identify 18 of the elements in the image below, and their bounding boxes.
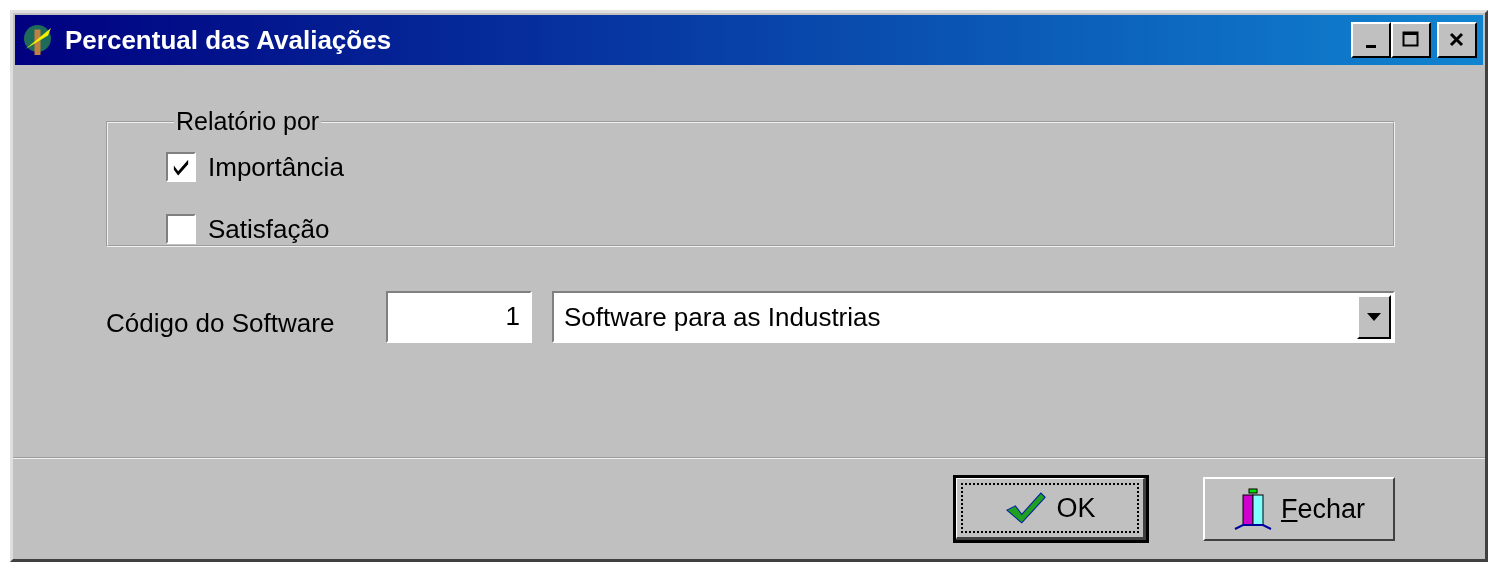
minimize-icon [1366, 44, 1376, 48]
checkbox[interactable] [166, 152, 196, 182]
close-button[interactable]: Fechar [1203, 477, 1395, 541]
ok-button[interactable]: OK [955, 477, 1147, 541]
window-title: Percentual das Avaliações [65, 24, 393, 56]
door-icon [1232, 487, 1273, 531]
checkbox-label[interactable]: Satisfação [208, 213, 330, 245]
close-button[interactable] [1437, 22, 1477, 58]
checkbox-label[interactable]: Importância [208, 151, 344, 183]
maximize-button[interactable] [1391, 22, 1431, 58]
software-code-label: Código do Software [106, 307, 336, 339]
software-dropdown[interactable]: Software para as Industrias [552, 291, 1395, 343]
maximize-icon [1401, 30, 1421, 50]
group-legend: Relatório por [174, 107, 322, 136]
checkbox[interactable] [166, 214, 196, 244]
code-field[interactable]: 1 [386, 291, 532, 343]
minimize-button[interactable] [1351, 22, 1391, 58]
checkmark-icon [1004, 491, 1049, 525]
